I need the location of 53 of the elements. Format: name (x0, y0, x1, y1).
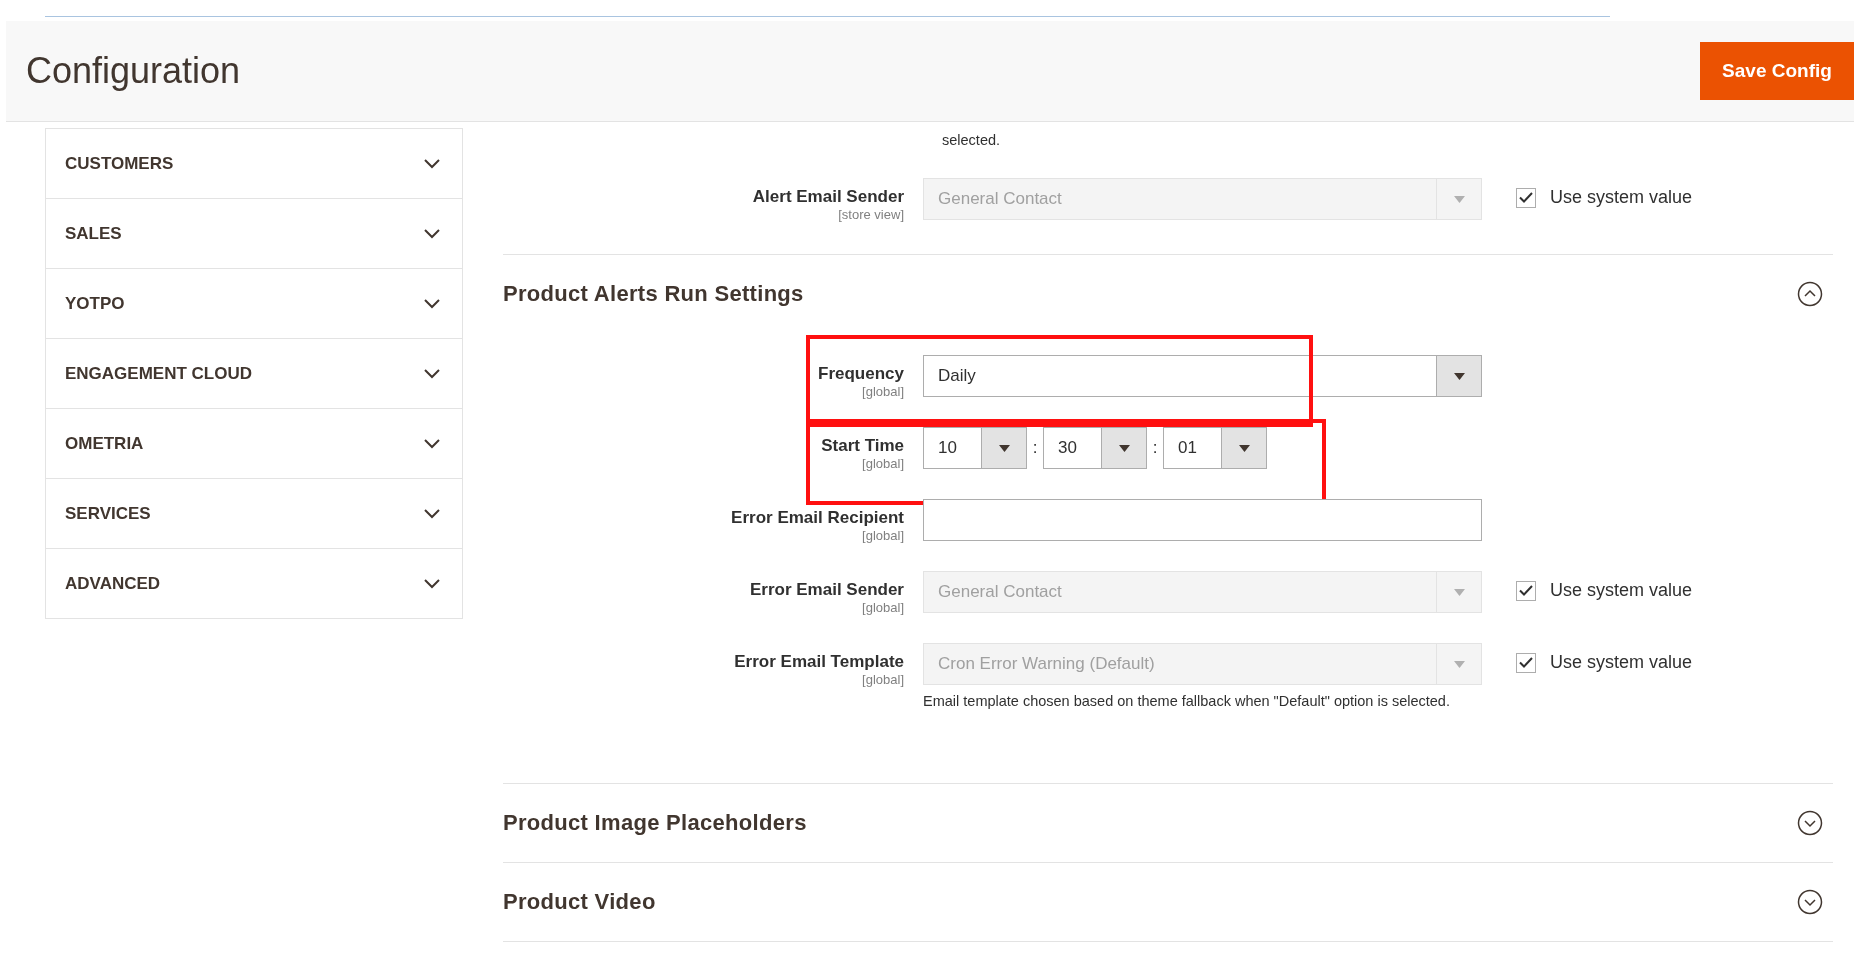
chevron-down-icon (424, 368, 440, 379)
input-field[interactable] (923, 499, 1482, 541)
scope-label: [global] (861, 600, 904, 616)
save-button[interactable]: Save Config (1700, 42, 1854, 100)
checkmark-icon (1519, 585, 1533, 596)
sidebar-item[interactable]: ADVANCED (46, 549, 462, 619)
chevron-down-icon (424, 298, 440, 309)
time-select[interactable]: 30 (1043, 427, 1147, 469)
chevron-down-icon (424, 228, 440, 239)
scope-label: [store view] (837, 207, 904, 223)
field-label: Error Email Template (733, 652, 904, 672)
chevron-down-icon (424, 158, 440, 169)
time-select[interactable]: 10 (923, 427, 1027, 469)
time-select[interactable]: 01 (1163, 427, 1267, 469)
field-label: Alert Email Sender (751, 187, 904, 207)
field-label: Frequency (817, 364, 904, 384)
caret-icon (1453, 588, 1465, 596)
section-header[interactable]: Product Image Placeholders (503, 783, 1833, 862)
page-title: Configuration (26, 50, 241, 92)
collapse-icon[interactable] (1797, 281, 1823, 307)
scope-label: [global] (861, 528, 904, 544)
time-separator: : (1151, 438, 1159, 458)
sidebar-item[interactable]: SALES (46, 199, 462, 269)
scope-label: [global] (861, 384, 904, 400)
scope-label: [global] (861, 456, 904, 472)
field-label: Error Email Recipient (730, 508, 904, 528)
caret-icon (1453, 195, 1465, 203)
expand-icon[interactable] (1797, 889, 1823, 915)
scope-label: [global] (861, 672, 904, 688)
field-label: Start Time (820, 436, 904, 456)
field-note: Email template chosen based on theme fallback when "Default" option is selected. (923, 692, 1451, 711)
chevron-down-icon (424, 438, 440, 449)
caret-icon (998, 444, 1010, 452)
sidebar-item[interactable]: SERVICES (46, 479, 462, 549)
field-label: Error Email Sender (749, 580, 904, 600)
caret-icon (1453, 372, 1465, 380)
section-header[interactable]: Product Alerts Run Settings (503, 254, 1833, 333)
sidebar-item[interactable]: ENGAGEMENT CLOUD (46, 339, 462, 409)
caret-icon (1453, 660, 1465, 668)
sidebar-item[interactable]: OMETRIA (46, 409, 462, 479)
checkmark-icon (1519, 657, 1533, 668)
section-header[interactable]: Product Video (503, 862, 1833, 941)
select-field[interactable]: Daily (923, 355, 1482, 397)
sidebar-item[interactable]: YOTPO (46, 269, 462, 339)
field-note: selected. (942, 131, 1002, 150)
checkmark-icon (1519, 192, 1533, 203)
chevron-down-icon (424, 508, 440, 519)
expand-icon[interactable] (1797, 810, 1823, 836)
time-separator: : (1031, 438, 1039, 458)
chevron-down-icon (424, 578, 440, 589)
caret-icon (1118, 444, 1130, 452)
sidebar-item[interactable]: CUSTOMERS (46, 129, 462, 199)
caret-icon (1238, 444, 1250, 452)
